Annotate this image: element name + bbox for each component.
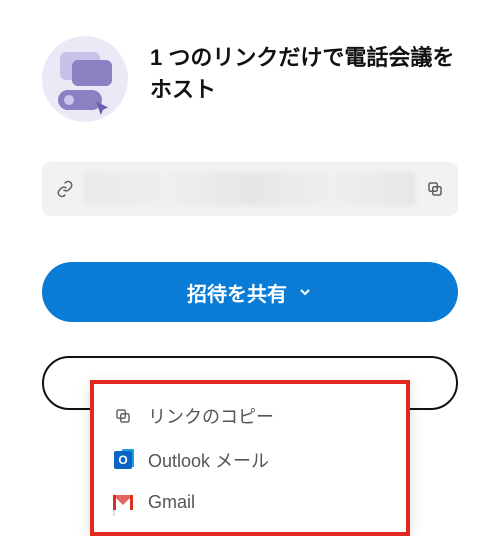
meeting-illustration bbox=[42, 36, 128, 122]
share-invite-label: 招待を共有 bbox=[187, 278, 287, 307]
copy-icon bbox=[112, 405, 134, 427]
menu-item-label: Outlook メール bbox=[148, 447, 269, 473]
chevron-down-icon bbox=[297, 284, 313, 300]
copy-icon[interactable] bbox=[426, 180, 444, 198]
gmail-icon bbox=[112, 491, 134, 513]
link-icon bbox=[56, 180, 74, 198]
header: 1 つのリンクだけで電話会議をホスト bbox=[42, 36, 458, 122]
menu-item-label: リンクのコピー bbox=[148, 403, 274, 429]
cursor-icon bbox=[94, 100, 112, 118]
menu-item-copy-link[interactable]: リンクのコピー bbox=[94, 394, 406, 438]
share-invite-button[interactable]: 招待を共有 bbox=[42, 262, 458, 322]
meeting-link-value bbox=[84, 172, 416, 206]
meeting-link-field[interactable] bbox=[42, 162, 458, 216]
share-menu: リンクのコピー O Outlook メール Gmail bbox=[90, 380, 410, 536]
page-title: 1 つのリンクだけで電話会議をホスト bbox=[150, 36, 458, 106]
menu-item-outlook[interactable]: O Outlook メール bbox=[94, 438, 406, 482]
menu-item-gmail[interactable]: Gmail bbox=[94, 482, 406, 522]
outlook-icon: O bbox=[112, 449, 134, 471]
menu-item-label: Gmail bbox=[148, 492, 195, 513]
